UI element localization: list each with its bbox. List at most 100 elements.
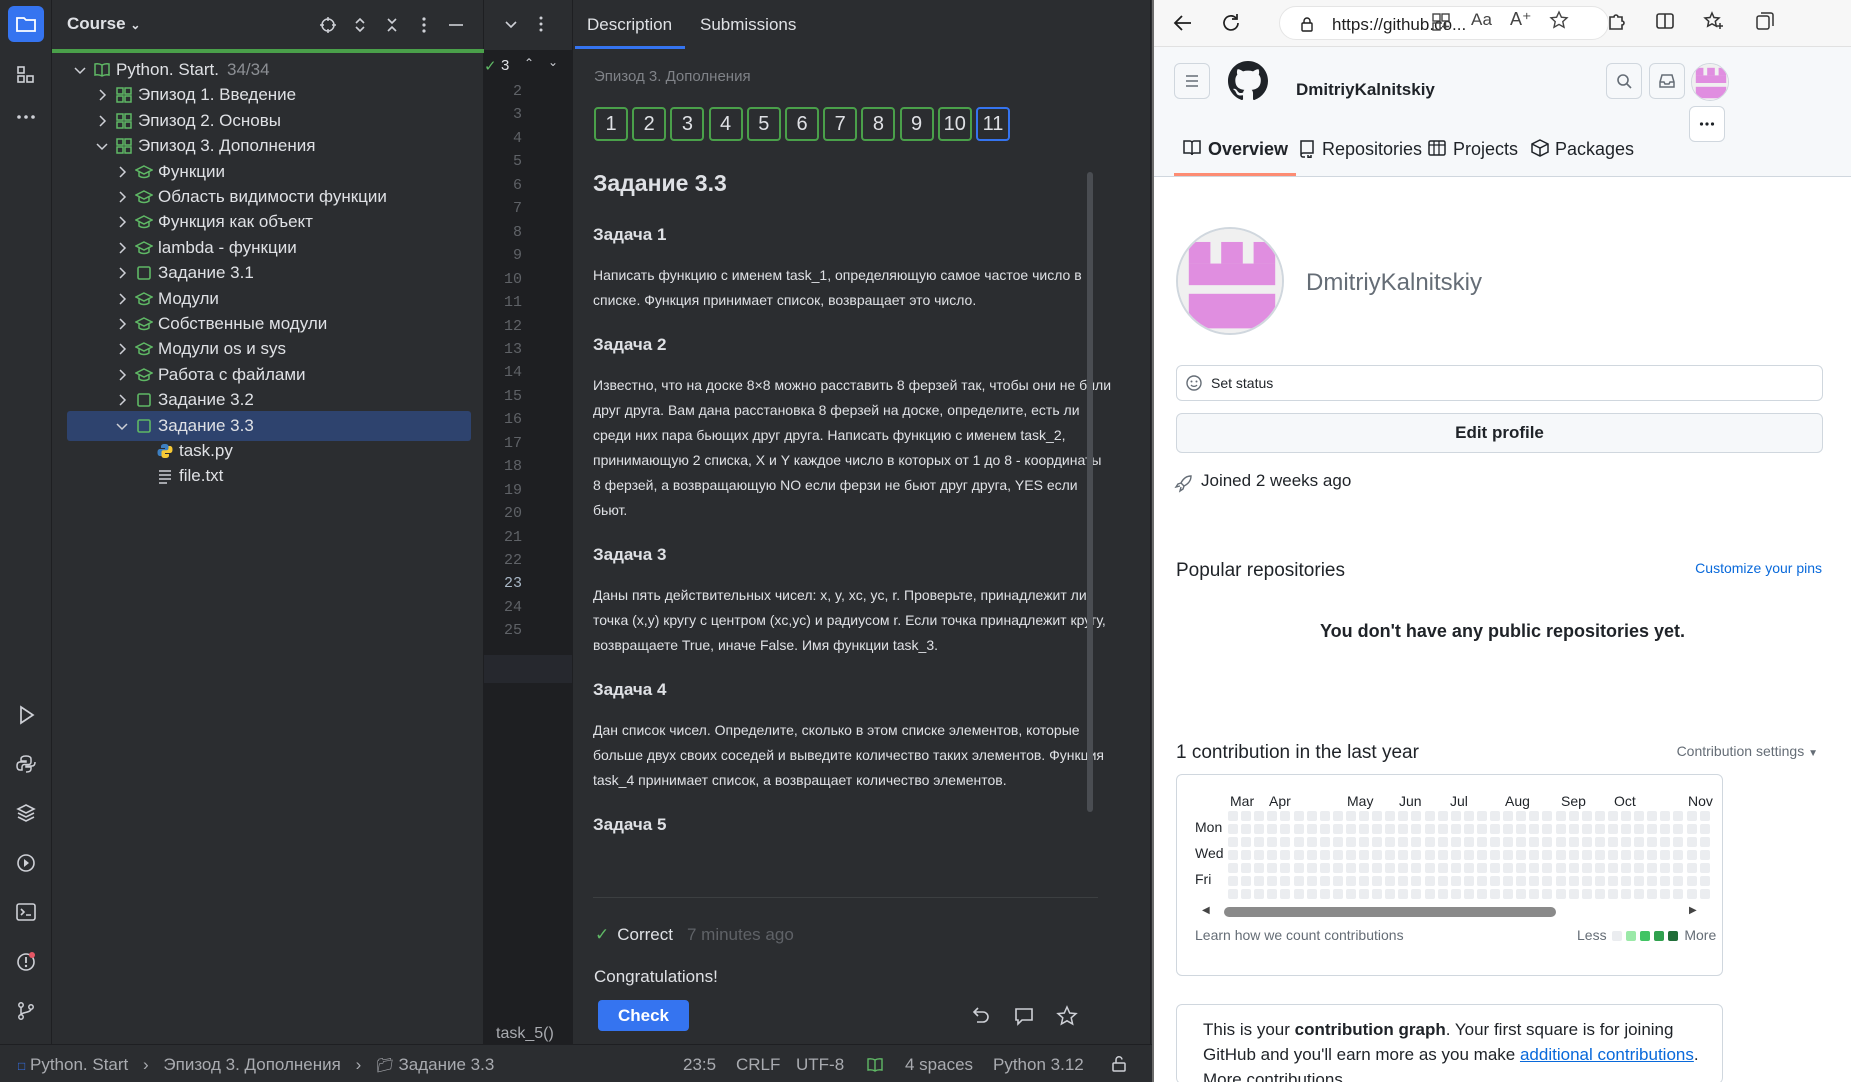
educational-book-icon[interactable] [866, 1057, 884, 1073]
contribution-day[interactable] [1398, 889, 1409, 899]
file-encoding[interactable]: UTF-8 [796, 1055, 844, 1075]
contribution-day[interactable] [1476, 876, 1487, 886]
contribution-day[interactable] [1594, 876, 1605, 886]
contribution-day[interactable] [1359, 863, 1369, 873]
options-button[interactable] [412, 13, 436, 37]
contribution-day[interactable] [1621, 850, 1631, 860]
contribution-day[interactable] [1437, 824, 1448, 834]
services-button[interactable] [8, 845, 44, 881]
task-number-button[interactable]: 3 [670, 107, 705, 141]
contribution-day[interactable] [1293, 850, 1304, 860]
contribution-day[interactable] [1306, 889, 1317, 899]
contribution-day[interactable] [1581, 889, 1592, 899]
contribution-day[interactable] [1241, 824, 1252, 834]
scroll-left-icon[interactable]: ◀ [1202, 905, 1210, 916]
contribution-day[interactable] [1568, 863, 1579, 873]
additional-contributions-link[interactable]: additional contributions [1520, 1045, 1694, 1064]
contribution-day[interactable] [1699, 824, 1710, 834]
contribution-day[interactable] [1437, 863, 1448, 873]
contribution-day[interactable] [1450, 850, 1461, 860]
chevron-right-icon[interactable] [114, 392, 130, 408]
contribution-day[interactable] [1424, 850, 1435, 860]
contribution-day[interactable] [1607, 876, 1618, 886]
contribution-day[interactable] [1424, 811, 1435, 821]
contribution-day[interactable] [1699, 850, 1710, 860]
contribution-day[interactable] [1529, 811, 1540, 821]
contribution-day[interactable] [1607, 811, 1618, 821]
hide-panel-button[interactable] [444, 13, 468, 37]
tab-description[interactable]: Description [587, 15, 672, 35]
learn-how-link[interactable]: Learn how we count contributions [1195, 927, 1404, 943]
contribution-day[interactable] [1555, 889, 1566, 899]
python-console-button[interactable] [8, 746, 44, 782]
contribution-day[interactable] [1267, 850, 1278, 860]
contribution-day[interactable] [1450, 837, 1461, 847]
contribution-day[interactable] [1699, 863, 1710, 873]
contribution-day[interactable] [1267, 824, 1278, 834]
contribution-day[interactable] [1476, 837, 1487, 847]
contribution-day[interactable] [1293, 863, 1304, 873]
contribution-day[interactable] [1450, 876, 1461, 886]
contribution-day[interactable] [1594, 889, 1605, 899]
contribution-day[interactable] [1228, 837, 1238, 847]
contribution-day[interactable] [1621, 824, 1631, 834]
chevron-right-icon[interactable] [114, 265, 130, 281]
contribution-day[interactable] [1490, 863, 1500, 873]
contribution-day[interactable] [1516, 850, 1527, 860]
structure-tool-button[interactable] [8, 57, 44, 93]
task-number-button[interactable]: 2 [632, 107, 667, 141]
contribution-day[interactable] [1241, 811, 1252, 821]
github-logo[interactable] [1228, 61, 1268, 101]
contribution-day[interactable] [1621, 863, 1631, 873]
contribution-day[interactable] [1594, 850, 1605, 860]
contribution-day[interactable] [1398, 876, 1409, 886]
contribution-day[interactable] [1450, 863, 1461, 873]
contribution-day[interactable] [1621, 811, 1631, 821]
contribution-day[interactable] [1306, 863, 1317, 873]
app-available-button[interactable] [1431, 12, 1451, 32]
contribution-day[interactable] [1555, 850, 1566, 860]
contribution-day[interactable] [1594, 824, 1605, 834]
contribution-day[interactable] [1490, 876, 1500, 886]
contribution-day[interactable] [1372, 824, 1383, 834]
contribution-day[interactable] [1542, 889, 1553, 899]
check-button[interactable]: Check [598, 1000, 689, 1031]
contribution-day[interactable] [1542, 811, 1553, 821]
contribution-day[interactable] [1699, 889, 1710, 899]
refresh-button[interactable] [1220, 12, 1242, 34]
contribution-day[interactable] [1293, 824, 1304, 834]
contribution-day[interactable] [1647, 889, 1658, 899]
contribution-day[interactable] [1686, 889, 1697, 899]
contribution-day[interactable] [1372, 863, 1383, 873]
contribution-day[interactable] [1555, 863, 1566, 873]
contribution-day[interactable] [1385, 811, 1396, 821]
contribution-day[interactable] [1503, 876, 1514, 886]
contribution-day[interactable] [1411, 863, 1422, 873]
contribution-day[interactable] [1673, 876, 1684, 886]
chevron-right-icon[interactable] [94, 113, 110, 129]
contribution-day[interactable] [1568, 876, 1579, 886]
contribution-day[interactable] [1385, 889, 1396, 899]
favorites-bar-button[interactable] [1703, 10, 1725, 32]
contribution-day[interactable] [1228, 824, 1238, 834]
contribution-day[interactable] [1411, 889, 1422, 899]
scroll-right-icon[interactable]: ▶ [1689, 905, 1697, 916]
contribution-day[interactable] [1555, 811, 1566, 821]
contribution-day[interactable] [1345, 824, 1356, 834]
contribution-day[interactable] [1660, 837, 1671, 847]
contribution-day[interactable] [1228, 811, 1238, 821]
tree-item[interactable]: file.txt [52, 461, 484, 491]
header-username[interactable]: DmitriyKalnitskiy [1296, 80, 1435, 100]
contribution-day[interactable] [1660, 850, 1671, 860]
chevron-right-icon[interactable] [114, 164, 130, 180]
contribution-day[interactable] [1293, 889, 1304, 899]
contribution-day[interactable] [1529, 889, 1540, 899]
contribution-day[interactable] [1241, 863, 1252, 873]
contribution-day[interactable] [1437, 876, 1448, 886]
contribution-day[interactable] [1345, 837, 1356, 847]
contribution-day[interactable] [1476, 850, 1487, 860]
contribution-day[interactable] [1529, 863, 1540, 873]
contribution-day[interactable] [1476, 863, 1487, 873]
contribution-day[interactable] [1359, 850, 1369, 860]
contribution-day[interactable] [1490, 850, 1500, 860]
